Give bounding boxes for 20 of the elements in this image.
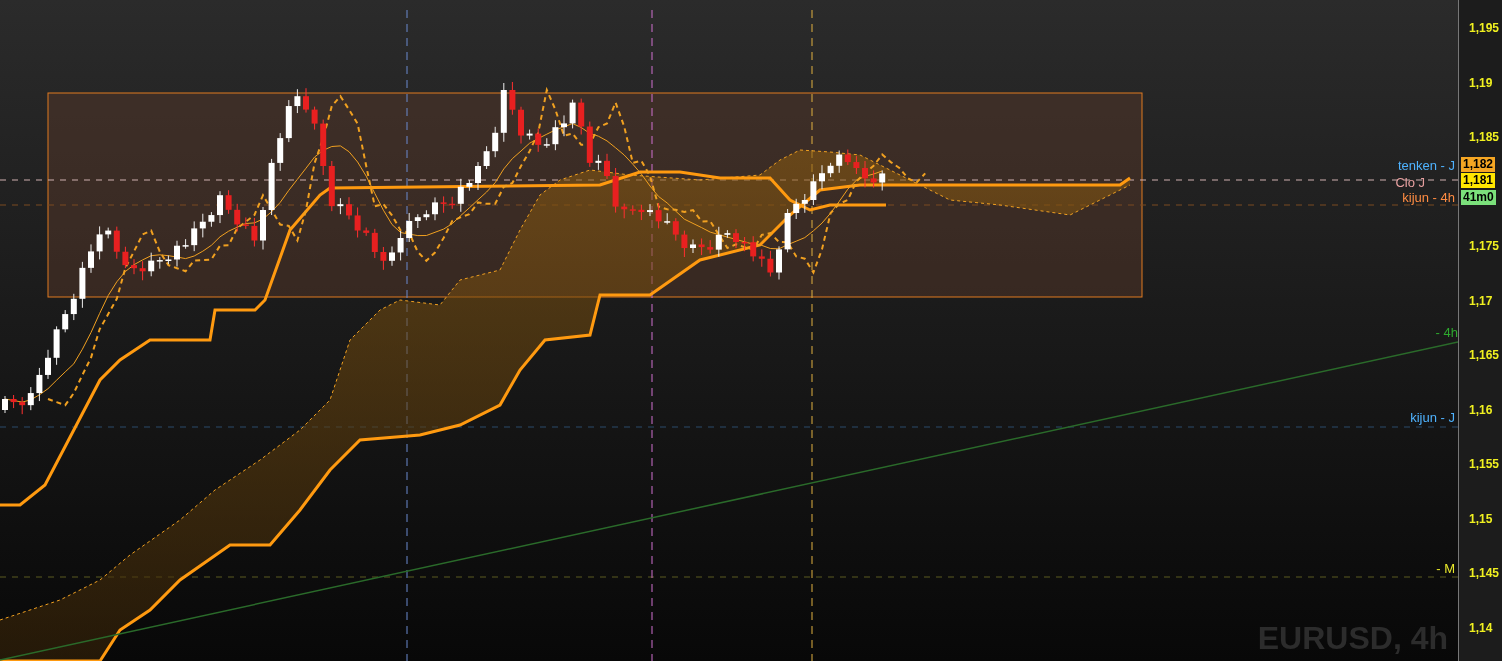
axis-tick-label: 1,195: [1468, 20, 1500, 36]
axis-tick-label: 1,165: [1468, 347, 1500, 363]
axis-tick-label: 1,19: [1468, 74, 1493, 91]
axis-tick-label: 1,14: [1468, 619, 1493, 636]
line-label: - 4h: [1435, 325, 1458, 340]
price-tag: 1,181: [1461, 173, 1496, 188]
axis-tick-label: 1,15: [1468, 510, 1493, 527]
line-label: tenken - J: [1397, 158, 1455, 173]
price-tag: 1,182: [1461, 157, 1496, 172]
line-label: kijun - J: [1410, 410, 1455, 425]
line-label: - M: [1436, 561, 1455, 576]
line-label: Clo J: [1395, 175, 1425, 190]
axis-tick-label: 1,185: [1468, 129, 1500, 145]
axis-tick-label: 1,155: [1468, 456, 1500, 472]
price-tag: 41m0: [1461, 190, 1496, 205]
axis-tick-label: 1,17: [1468, 292, 1493, 309]
axis-tick-label: 1,175: [1468, 238, 1500, 254]
line-label: kijun - 4h: [1402, 190, 1455, 205]
axis-tick-label: 1,145: [1468, 565, 1500, 581]
axis-tick-label: 1,16: [1468, 401, 1493, 418]
